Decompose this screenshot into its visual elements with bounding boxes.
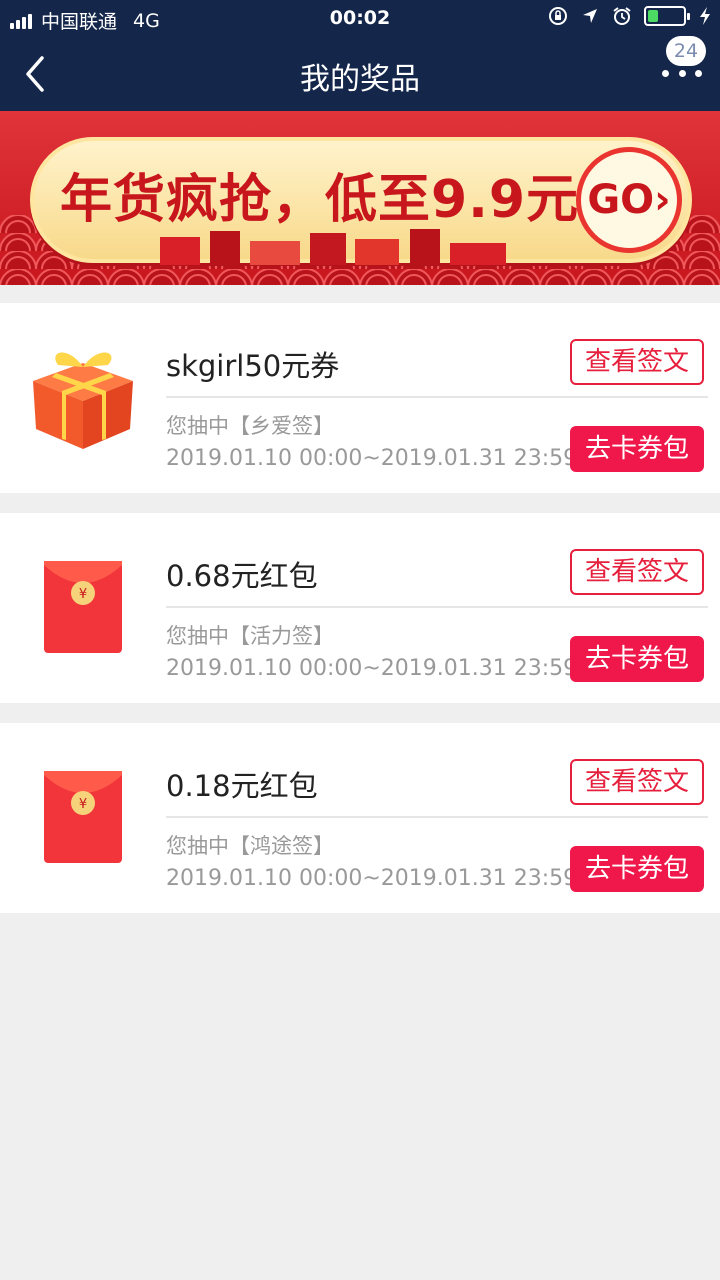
location-icon — [583, 9, 597, 23]
divider — [166, 606, 708, 608]
battery-icon — [644, 6, 690, 26]
prize-valid-date: 2019.01.10 00:00~2019.01.31 23:59 — [166, 866, 578, 891]
prize-source: 您抽中【鸿途签】 — [166, 834, 334, 858]
prize-source: 您抽中【乡爱签】 — [166, 414, 334, 438]
go-coupon-wallet-button[interactable]: 去卡券包 — [570, 636, 704, 682]
go-coupon-wallet-button[interactable]: 去卡券包 — [570, 846, 704, 892]
more-menu-icon[interactable] — [662, 66, 702, 80]
message-count-badge[interactable]: 24 — [666, 36, 706, 66]
view-fortune-button[interactable]: 查看签文 — [570, 339, 704, 385]
prize-title: 0.68元红包 — [166, 559, 318, 593]
banner-title: 年货疯抢，低至9.9元 — [60, 170, 580, 230]
red-envelope-icon: ¥ — [44, 561, 122, 653]
prize-card: ¥ 0.18元红包 您抽中【鸿途签】 2019.01.10 00:00~2019… — [0, 723, 720, 913]
divider — [166, 396, 708, 398]
red-envelope-icon: ¥ — [44, 771, 122, 863]
prize-valid-date: 2019.01.10 00:00~2019.01.31 23:59 — [166, 446, 578, 471]
prize-title: skgirl50元券 — [166, 349, 340, 383]
header: 中国联通 4G 00:02 我的奖品 24 — [0, 0, 720, 111]
status-bar: 中国联通 4G 00:02 — [0, 0, 720, 36]
prize-source: 您抽中【活力签】 — [166, 624, 334, 648]
alarm-icon — [613, 7, 631, 25]
charging-bolt-icon — [700, 7, 710, 25]
prize-card: skgirl50元券 您抽中【乡爱签】 2019.01.10 00:00~201… — [0, 303, 720, 493]
prize-valid-date: 2019.01.10 00:00~2019.01.31 23:59 — [166, 656, 578, 681]
banner-go-button[interactable]: GO› — [576, 147, 682, 253]
promo-banner[interactable]: 年货疯抢，低至9.9元 GO› — [0, 111, 720, 285]
rotation-lock-icon — [549, 7, 567, 25]
svg-text:¥: ¥ — [79, 587, 87, 602]
status-right — [548, 6, 712, 26]
nav-bar: 我的奖品 24 — [0, 36, 720, 111]
prize-card: ¥ 0.68元红包 您抽中【活力签】 2019.01.10 00:00~2019… — [0, 513, 720, 703]
divider — [166, 816, 708, 818]
view-fortune-button[interactable]: 查看签文 — [570, 549, 704, 595]
view-fortune-button[interactable]: 查看签文 — [570, 759, 704, 805]
go-coupon-wallet-button[interactable]: 去卡券包 — [570, 426, 704, 472]
gift-pile-decoration — [160, 229, 506, 265]
page-title: 我的奖品 — [300, 62, 420, 97]
prize-title: 0.18元红包 — [166, 769, 318, 803]
svg-text:¥: ¥ — [79, 797, 87, 812]
gift-box-icon — [33, 352, 133, 449]
